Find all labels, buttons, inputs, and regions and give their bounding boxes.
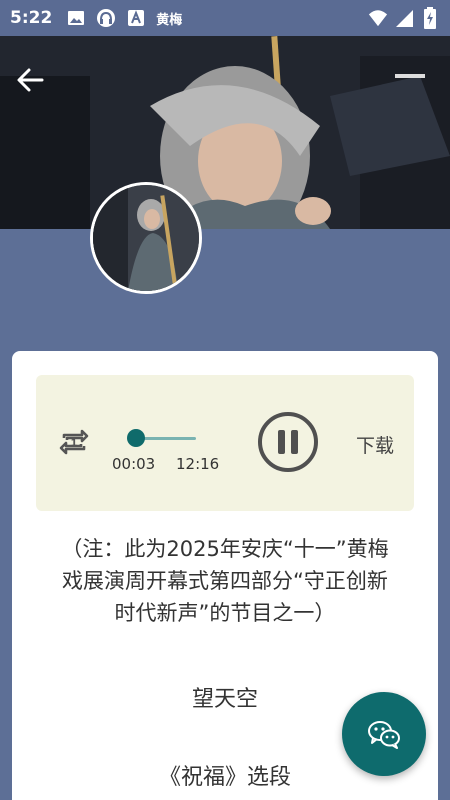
headset-icon bbox=[96, 8, 116, 28]
status-bar: 5:22 黄梅 bbox=[0, 0, 450, 36]
note-line: 时代新声”的节目之一） bbox=[114, 601, 336, 625]
current-time: 00:03 bbox=[112, 455, 156, 473]
text-a-icon bbox=[126, 8, 146, 28]
total-time: 12:16 bbox=[176, 455, 220, 473]
back-button[interactable] bbox=[14, 64, 46, 96]
download-button[interactable]: 下载 bbox=[356, 431, 394, 458]
progress-thumb[interactable] bbox=[127, 429, 145, 447]
header-band bbox=[0, 229, 450, 359]
repeat-button[interactable]: 1 bbox=[58, 426, 90, 458]
svg-text:1: 1 bbox=[71, 438, 78, 449]
wechat-icon bbox=[368, 721, 400, 749]
signal-icon bbox=[394, 8, 414, 28]
wechat-share-button[interactable] bbox=[342, 692, 426, 776]
avatar-thumbnail bbox=[90, 182, 202, 294]
repeat-one-icon: 1 bbox=[59, 429, 89, 455]
pause-icon bbox=[275, 430, 301, 454]
audio-player: 1 00:03 12:16 下载 bbox=[36, 375, 414, 511]
hero-image bbox=[0, 36, 450, 229]
image-icon bbox=[66, 8, 86, 28]
note-line: （注：此为2025年安庆“十一”黄梅 bbox=[61, 537, 389, 561]
battery-charging-icon bbox=[420, 7, 440, 29]
wifi-icon bbox=[368, 8, 388, 28]
arrow-left-icon bbox=[17, 68, 44, 92]
app-label: 黄梅 bbox=[156, 12, 183, 28]
status-time: 5:22 bbox=[10, 8, 53, 28]
program-note: （注：此为2025年安庆“十一”黄梅 戏展演周开幕式第四部分“守正创新 时代新声… bbox=[36, 533, 414, 629]
note-line: 戏展演周开幕式第四部分“守正创新 bbox=[62, 569, 388, 593]
status-notification-icons: 黄梅 bbox=[66, 8, 182, 28]
pause-button[interactable] bbox=[258, 412, 318, 472]
status-system-icons bbox=[368, 7, 440, 29]
progress-track[interactable] bbox=[136, 437, 196, 440]
